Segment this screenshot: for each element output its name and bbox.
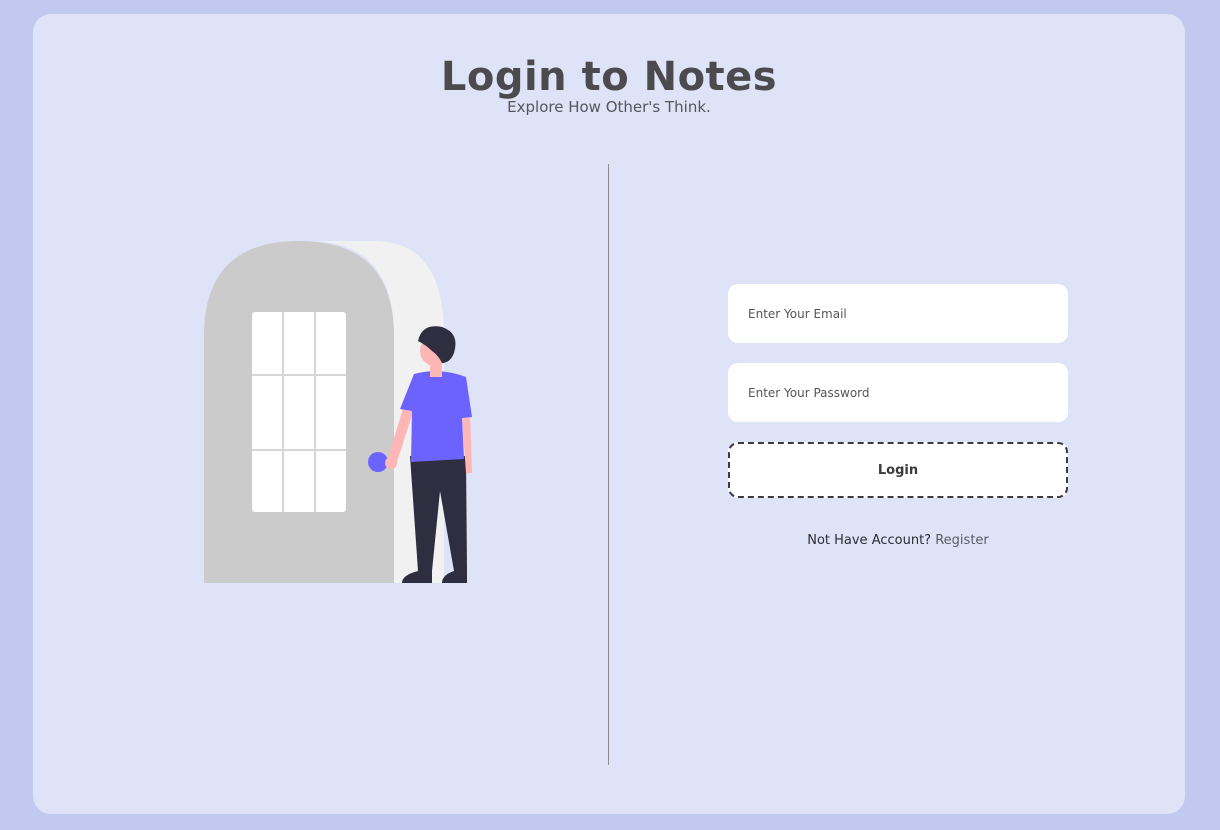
page-subtitle: Explore How Other's Think. — [507, 98, 711, 116]
password-field[interactable] — [728, 363, 1068, 422]
login-button[interactable]: Login — [728, 442, 1068, 498]
email-field[interactable] — [728, 284, 1068, 343]
page-title: Login to Notes — [440, 54, 778, 100]
register-prompt-line: Not Have Account? Register — [728, 533, 1068, 548]
vertical-divider — [608, 164, 609, 765]
login-card: Login to Notes Explore How Other's Think… — [33, 14, 1185, 814]
person-at-door-illustration — [204, 241, 472, 583]
door-knob — [368, 452, 388, 472]
register-prompt-text: Not Have Account? — [807, 533, 932, 548]
door-window — [252, 312, 346, 512]
register-link[interactable]: Register — [935, 533, 989, 548]
login-form: Login Not Have Account? Register — [728, 284, 1068, 548]
